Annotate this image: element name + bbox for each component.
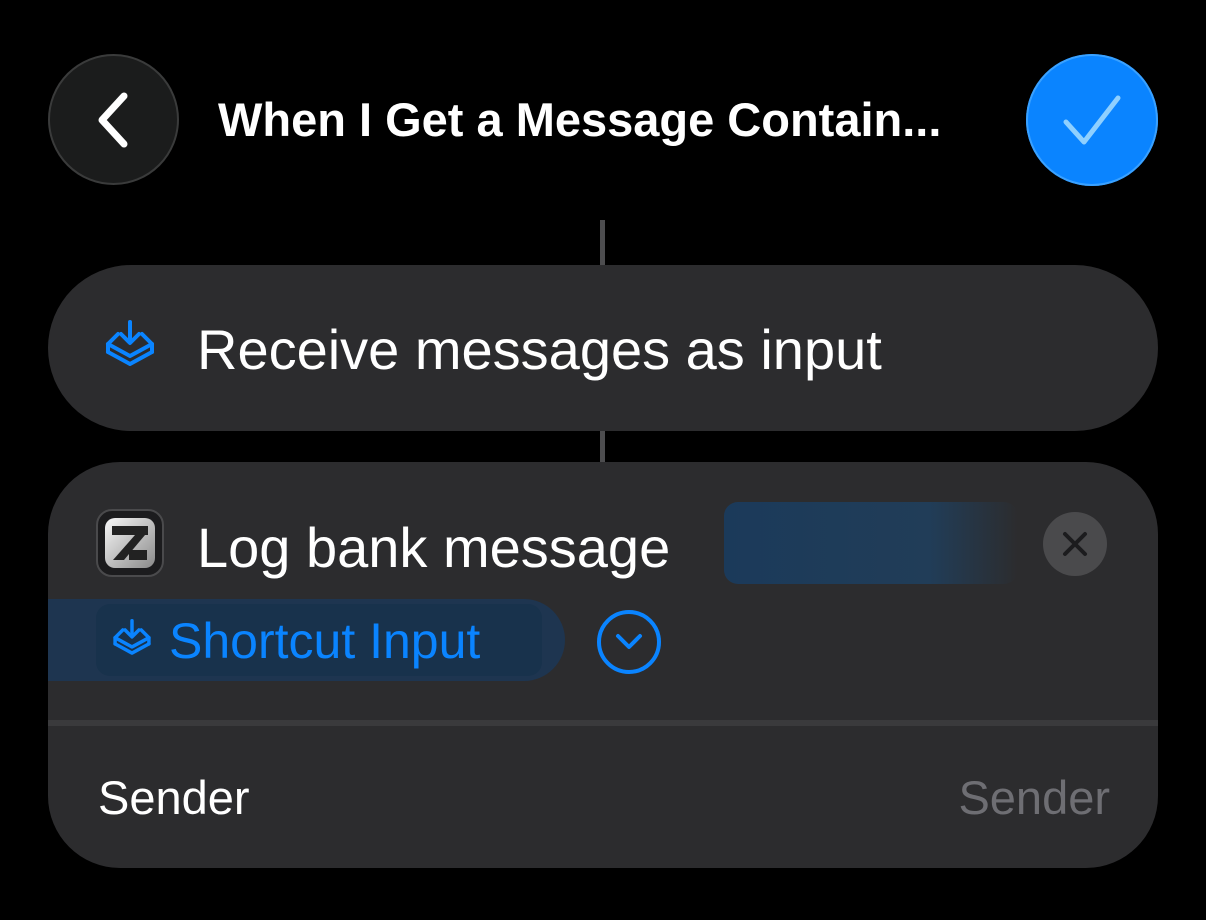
sender-field[interactable]: Sender (958, 770, 1110, 826)
action-label: Receive messages as input (197, 318, 882, 381)
shortcut-editor: When I Get a Message Contain... Receive … (0, 0, 1206, 920)
sender-label: Sender (98, 771, 250, 824)
app-icon (96, 509, 164, 577)
action-log-bank-message: Log bank message Shortcut Input Sender S… (48, 462, 1158, 868)
divider (48, 720, 1158, 726)
chevron-left-icon (98, 92, 127, 147)
expand-button[interactable] (597, 610, 661, 674)
tray-download-icon (106, 320, 154, 366)
back-button[interactable] (48, 54, 179, 185)
shortcut-input-label: Shortcut Input (169, 613, 481, 669)
page-title: When I Get a Message Contain... (218, 93, 942, 146)
checkmark-icon (1063, 95, 1121, 145)
close-icon (1063, 532, 1087, 556)
action-label: Log bank message (197, 516, 671, 579)
remove-action-button[interactable] (1043, 512, 1107, 576)
done-button[interactable] (1026, 54, 1158, 186)
tray-download-icon (113, 619, 151, 655)
flow-connector (600, 430, 605, 463)
chevron-down-icon (616, 634, 642, 649)
redacted-field (724, 502, 1018, 584)
flow-connector (600, 220, 605, 266)
